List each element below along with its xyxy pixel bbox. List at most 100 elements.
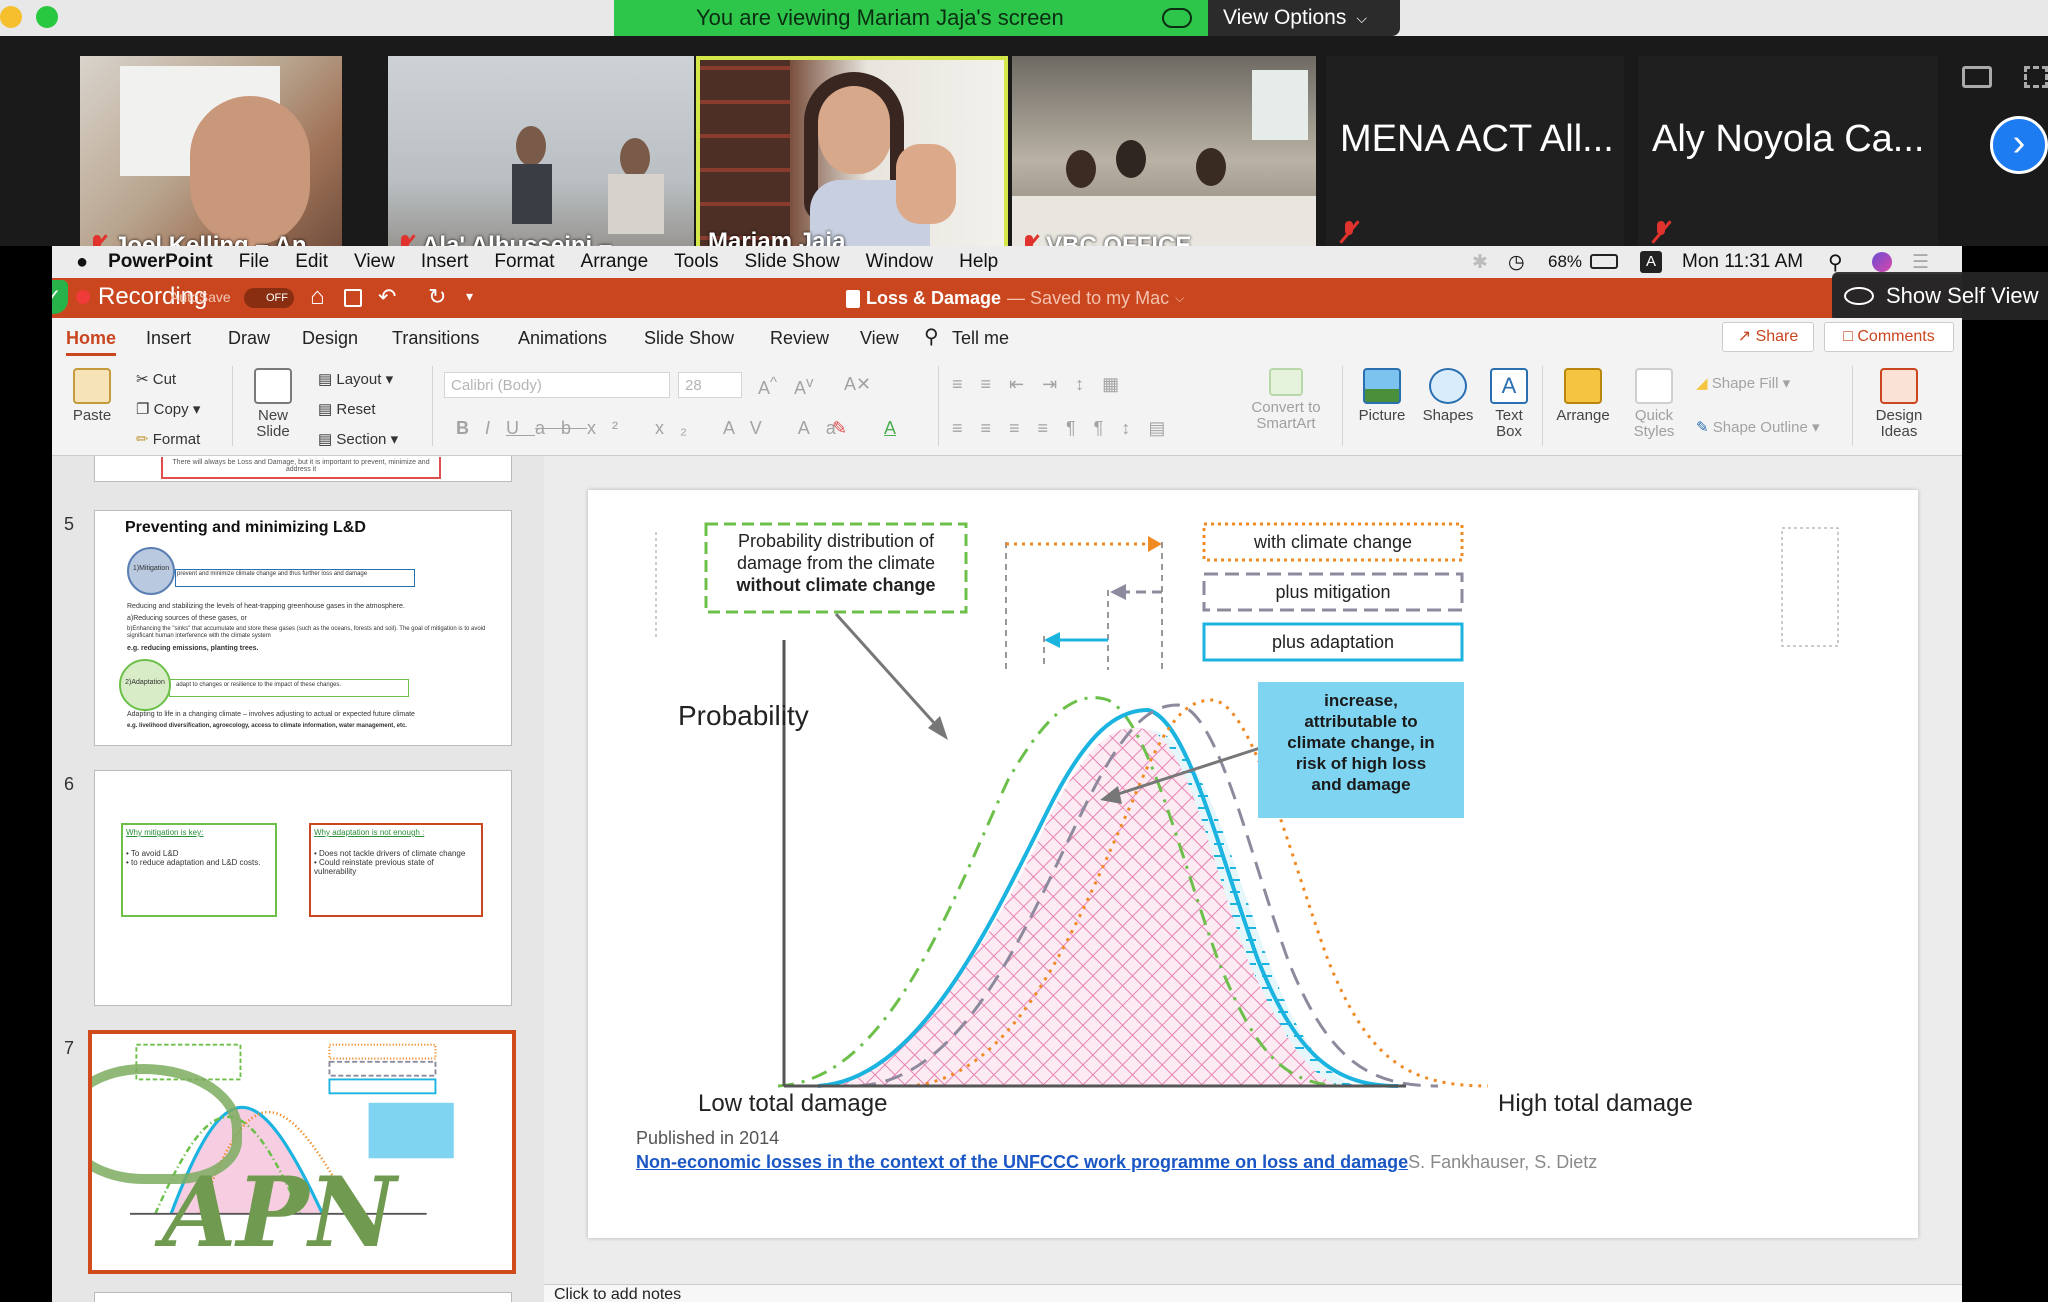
reset-button[interactable]: ▤ Reset xyxy=(318,400,376,418)
notes-field[interactable]: Click to add notes xyxy=(544,1284,1962,1302)
source-link[interactable]: Non-economic losses in the context of th… xyxy=(636,1152,1408,1172)
home-icon[interactable]: ⌂ xyxy=(310,283,325,311)
menu-insert[interactable]: Insert xyxy=(421,251,469,273)
font-color-button[interactable]: A xyxy=(884,418,896,439)
quick-styles-button[interactable]: Quick Styles xyxy=(1622,368,1686,440)
font-style-buttons[interactable]: BIUabx² x₂ AV Aa xyxy=(456,418,852,439)
participant-tile[interactable]: VBC OFFICE xyxy=(1012,56,1316,266)
increase-box-text: increase, attributable to climate change… xyxy=(1258,690,1464,795)
participant-tile[interactable]: Ala' Alhusseini –... xyxy=(388,56,694,266)
minimize-window-button[interactable] xyxy=(0,6,22,28)
comments-button[interactable]: □ Comments xyxy=(1824,322,1954,352)
convert-smartart-button[interactable]: Convert to SmartArt xyxy=(1236,368,1336,432)
bullets-button[interactable]: ≡≡⇤⇥↕▦ xyxy=(952,374,1137,395)
tab-insert[interactable]: Insert xyxy=(146,328,191,349)
slide-canvas[interactable]: Probability distribution of damage from … xyxy=(588,490,1918,1238)
cut-button[interactable]: ✂ Cut xyxy=(136,370,176,388)
tab-design[interactable]: Design xyxy=(302,328,358,349)
paste-button[interactable]: Paste xyxy=(62,368,122,424)
shapes-icon xyxy=(1429,368,1467,404)
document-title[interactable]: Loss & Damage — Saved to my Mac ⌵ xyxy=(846,288,1184,309)
new-slide-button[interactable]: New Slide xyxy=(242,368,304,440)
notification-center-icon[interactable]: ☰ xyxy=(1912,251,1929,274)
siri-icon[interactable] xyxy=(1872,252,1892,272)
shapes-button[interactable]: Shapes xyxy=(1416,368,1480,424)
menu-format[interactable]: Format xyxy=(494,251,554,273)
menu-arrange[interactable]: Arrange xyxy=(581,251,649,273)
highlight-color-button[interactable]: ✎ xyxy=(832,418,847,439)
font-size-field[interactable]: 28 xyxy=(678,372,742,398)
participant-tile[interactable]: Joel Kelling – An... xyxy=(80,56,342,266)
tab-home[interactable]: Home xyxy=(66,328,117,356)
menu-slide-show[interactable]: Slide Show xyxy=(745,251,840,273)
bluetooth-icon[interactable]: ✱ xyxy=(1472,251,1488,274)
shape-outline-label: Shape Outline xyxy=(1712,419,1808,436)
menu-window[interactable]: Window xyxy=(866,251,934,273)
arrange-button[interactable]: Arrange xyxy=(1550,368,1616,424)
maximize-window-button[interactable] xyxy=(36,6,58,28)
fullscreen-icon[interactable] xyxy=(2024,66,2048,88)
view-options-button[interactable]: View Options ⌵ xyxy=(1208,0,1400,36)
design-ideas-button[interactable]: Design Ideas xyxy=(1860,368,1938,440)
slide-thumbnail[interactable]: Preventing and minimizing L&D 1)Mitigati… xyxy=(94,510,512,746)
tab-slide-show[interactable]: Slide Show xyxy=(644,328,734,349)
menu-tools[interactable]: Tools xyxy=(674,251,718,273)
slide-thumbnail[interactable] xyxy=(94,1292,512,1302)
align-buttons[interactable]: ≡≡≡≡¶¶↕▤ xyxy=(952,418,1183,439)
battery-icon[interactable] xyxy=(1590,254,1618,269)
show-self-view-overlay[interactable]: Show Self View xyxy=(1832,272,2048,320)
slide-thumbnail[interactable]: Why mitigation is key: • To avoid L&D • … xyxy=(94,770,512,1006)
tab-animations[interactable]: Animations xyxy=(518,328,607,349)
app-menu[interactable]: PowerPoint xyxy=(108,251,213,273)
participant-tile[interactable]: MENA ACT All... xyxy=(1326,56,1624,266)
menu-file[interactable]: File xyxy=(239,251,270,273)
shape-fill-button[interactable]: ◢ Shape Fill ▾ xyxy=(1696,374,1790,392)
menu-view[interactable]: View xyxy=(354,251,395,273)
tell-me-field[interactable]: Tell me xyxy=(952,328,1009,349)
callout-pointer xyxy=(834,612,946,736)
design-ideas-icon xyxy=(1880,368,1918,404)
next-page-button[interactable]: › xyxy=(1990,116,2048,174)
layout-icon: ▤ xyxy=(318,371,333,388)
picture-button[interactable]: Picture xyxy=(1350,368,1414,424)
apple-icon[interactable]: ● xyxy=(76,251,88,274)
menu-help[interactable]: Help xyxy=(959,251,998,273)
text-box-button[interactable]: A Text Box xyxy=(1484,368,1534,440)
slide-thumbnail-selected[interactable]: APN xyxy=(88,1030,516,1274)
participant-tile[interactable]: Aly Noyola Ca... xyxy=(1638,56,1938,266)
customize-toolbar-icon[interactable]: ▾ xyxy=(466,288,473,305)
tab-view[interactable]: View xyxy=(860,328,899,349)
section-button[interactable]: ▤ Section ▾ xyxy=(318,430,398,448)
wifi-icon[interactable]: ◷ xyxy=(1508,251,1525,274)
layout-icon[interactable] xyxy=(1962,66,1992,88)
participant-tile-active[interactable]: Mariam Jaja xyxy=(696,56,1008,266)
undo-icon[interactable]: ↶ xyxy=(378,284,396,310)
clear-format-button[interactable]: A✕ xyxy=(844,374,871,395)
input-source-icon[interactable]: A xyxy=(1640,251,1662,273)
document-name: Loss & Damage xyxy=(866,288,1002,308)
increase-line: increase, xyxy=(1324,691,1398,710)
format-painter-button[interactable]: ✏ Format xyxy=(136,430,200,448)
watermark-logo: APN xyxy=(92,1064,396,1269)
watermark-text: APN xyxy=(162,1156,397,1269)
save-icon[interactable] xyxy=(344,289,362,307)
participant-name: MENA ACT All... xyxy=(1340,118,1614,160)
y-axis-label: Probability xyxy=(678,700,809,731)
save-status: — Saved to my Mac xyxy=(1007,288,1170,308)
redo-icon[interactable]: ↻ xyxy=(428,284,446,310)
autosave-toggle[interactable]: OFF xyxy=(244,288,294,308)
tab-draw[interactable]: Draw xyxy=(228,328,270,349)
font-name-field[interactable]: Calibri (Body) xyxy=(444,372,670,398)
copy-button[interactable]: ❐ Copy ▾ xyxy=(136,400,200,418)
slide-thumbnail[interactable]: There will always be Loss and Damage, bu… xyxy=(94,456,512,482)
tab-review[interactable]: Review xyxy=(770,328,829,349)
menu-edit[interactable]: Edit xyxy=(295,251,328,273)
layout-button[interactable]: ▤ Layout ▾ xyxy=(318,370,393,388)
shrink-font-button[interactable]: Av xyxy=(794,374,814,399)
share-button[interactable]: ↗ Share xyxy=(1722,322,1814,352)
increase-line: climate change, in xyxy=(1287,733,1435,752)
spotlight-icon[interactable]: ⚲ xyxy=(1828,250,1843,275)
shape-outline-button[interactable]: ✎ Shape Outline ▾ xyxy=(1696,418,1820,436)
tab-transitions[interactable]: Transitions xyxy=(392,328,479,349)
grow-font-button[interactable]: A^ xyxy=(758,374,777,399)
